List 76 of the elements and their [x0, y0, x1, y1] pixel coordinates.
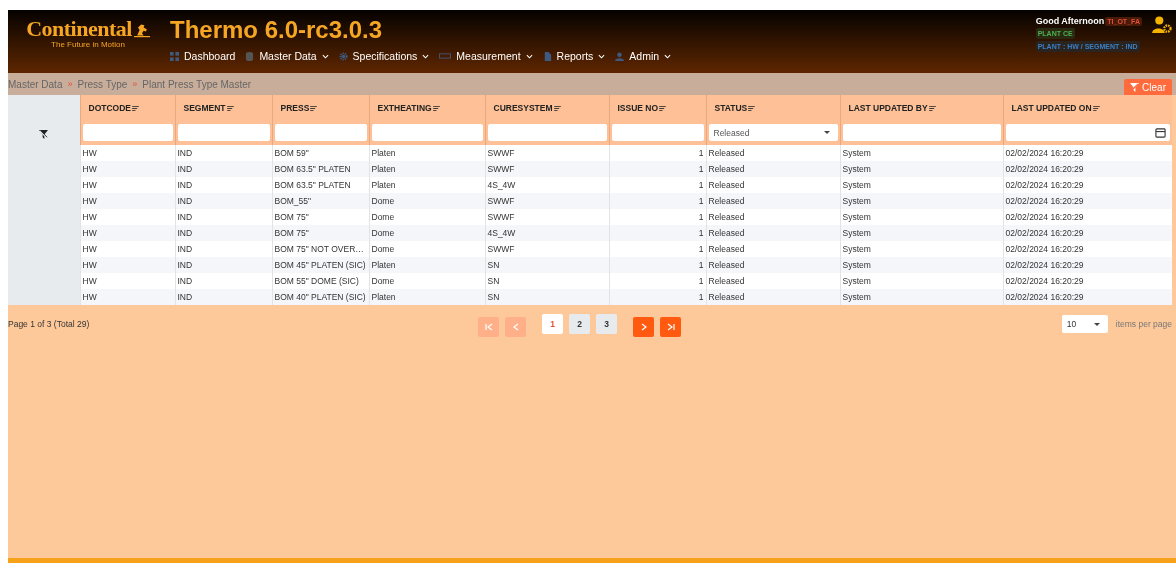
caret-icon [823, 131, 830, 134]
gear-icon [338, 51, 348, 61]
table-cell: IND [175, 289, 272, 305]
column-header[interactable]: LAST UPDATED ON [1003, 95, 1172, 120]
column-header[interactable]: STATUS [706, 95, 840, 120]
ruler-icon [439, 52, 452, 60]
filter-field[interactable] [177, 124, 270, 141]
column-header[interactable]: SEGMENT [175, 95, 272, 120]
page-button[interactable]: 3 [596, 314, 617, 334]
table-cell: SN [485, 289, 609, 305]
table-cell: Released [706, 289, 840, 305]
page-button[interactable]: 2 [569, 314, 590, 334]
chevron-down-icon[interactable] [321, 53, 329, 59]
sort-icon[interactable] [310, 105, 318, 111]
filter-field[interactable] [371, 124, 483, 141]
sort-icon[interactable] [928, 105, 936, 111]
nav-menu-item[interactable]: Reports [542, 50, 606, 62]
sort-icon[interactable] [1092, 105, 1100, 111]
nav-menu-item[interactable]: Master Data [245, 50, 329, 62]
calendar-icon[interactable] [1155, 127, 1166, 138]
brand-name: Continental [26, 16, 132, 42]
sort-icon[interactable] [432, 105, 440, 111]
page-button[interactable]: 1 [542, 314, 563, 334]
horse-icon [133, 22, 150, 38]
table-cell: HW [80, 289, 175, 305]
nav-menu-item[interactable]: Measurement [439, 50, 533, 62]
page-summary: Page 1 of 3 (Total 29) [8, 319, 91, 329]
chevron-down-icon[interactable] [664, 53, 672, 59]
nav-menu-item[interactable]: Dashboard [170, 50, 236, 62]
chevron-down-icon[interactable] [422, 53, 430, 59]
filter-field[interactable] [82, 124, 173, 141]
column-header[interactable]: PRESS [272, 95, 369, 120]
grid-icon [170, 51, 179, 61]
skip-arrow-icon [484, 323, 493, 331]
filter-off-icon [1130, 82, 1140, 92]
items-per-page-label: items per page [1115, 319, 1172, 329]
filter-field[interactable] [611, 124, 704, 141]
breadcrumb-separator: » [67, 79, 73, 89]
skip-arrow-icon [666, 323, 675, 331]
clear-filter-icon[interactable] [39, 130, 49, 139]
sort-icon[interactable] [226, 105, 234, 111]
column-header[interactable]: LAST UPDATED BY [840, 95, 1003, 120]
breadcrumb-separator: » [132, 79, 138, 89]
sort-icon[interactable] [132, 105, 139, 111]
nav-menu-item[interactable]: Admin [615, 50, 672, 62]
table-cell: Platen [369, 289, 485, 305]
chevron-icon [639, 323, 648, 331]
table-cell: 02/02/2024 16:20:29 [1003, 289, 1172, 305]
filter-field[interactable] [487, 124, 607, 141]
sort-icon[interactable] [659, 105, 667, 111]
nav-menu-item[interactable]: Specifications [338, 50, 430, 62]
user-settings-icon[interactable] [1152, 16, 1172, 34]
column-header[interactable]: ISSUE NO [609, 95, 706, 120]
user-icon [615, 51, 625, 61]
page-size-select[interactable]: 10 [1061, 315, 1108, 333]
sort-icon[interactable] [553, 105, 561, 111]
filter-field[interactable] [842, 124, 1001, 141]
table-cell: 1 [609, 289, 706, 305]
column-header[interactable]: CURESYSTEM [485, 95, 609, 120]
status-filter-select[interactable]: Released [708, 124, 838, 141]
sort-icon[interactable] [748, 105, 756, 111]
chevron-down-icon[interactable] [598, 53, 606, 59]
column-header[interactable]: EXTHEATING [369, 95, 485, 120]
file-icon [542, 51, 552, 61]
caret-icon [1093, 322, 1100, 326]
table-cell: BOM 40" PLATEN (SIC) [272, 289, 369, 305]
greeting-text: Good Afternoon [1035, 16, 1105, 26]
table-cell: System [840, 289, 1003, 305]
chevron-down-icon[interactable] [525, 53, 533, 59]
date-filter-field[interactable] [1005, 124, 1170, 141]
column-header[interactable]: DOTCODE [80, 95, 175, 120]
filter-field[interactable] [274, 124, 367, 141]
tagline: The Future in Motion [51, 40, 125, 49]
database-icon [245, 51, 255, 61]
app-title: Thermo 6.0-rc3.0.3 [170, 16, 384, 44]
chevron-icon [511, 323, 520, 331]
